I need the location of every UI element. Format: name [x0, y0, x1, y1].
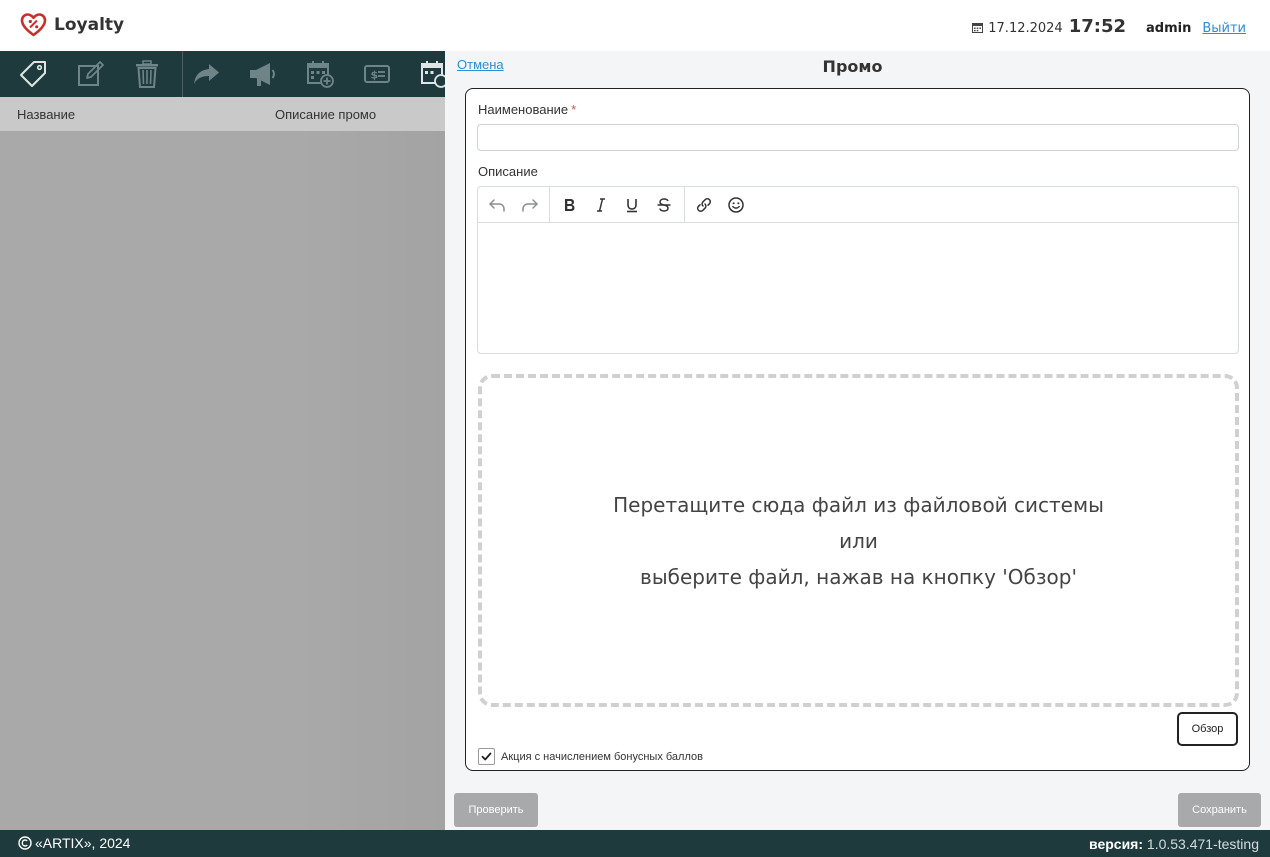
save-button[interactable]: Сохранить [1178, 793, 1261, 827]
link-icon [696, 197, 712, 213]
italic-icon [597, 198, 605, 212]
strikethrough-button[interactable] [652, 193, 676, 217]
editor-toolbar [478, 187, 1238, 223]
dollar-tag-icon: $ [364, 65, 390, 83]
bonus-checkbox-row: Акция с начислением бонусных баллов [478, 748, 703, 765]
price-button[interactable]: $ [360, 57, 394, 91]
tag-icon [20, 61, 46, 87]
bonus-checkbox[interactable] [478, 748, 495, 765]
edit-icon [78, 61, 104, 86]
list-header: Название Описание промо [0, 97, 445, 131]
bold-button[interactable] [557, 193, 581, 217]
logo[interactable]: Loyalty [20, 12, 124, 38]
editor-divider [684, 187, 685, 222]
editor-divider [549, 187, 550, 222]
file-dropzone[interactable]: Перетащите сюда файл из файловой системы… [478, 374, 1239, 707]
app-header: Loyalty 17.12.2024 17:52 admin Выйти [0, 0, 1270, 51]
bold-icon [565, 199, 575, 211]
column-header-name[interactable]: Название [17, 107, 75, 122]
calendar-plus-icon [307, 61, 334, 88]
version-value: 1.0.53.471-testing [1146, 836, 1259, 852]
dropzone-text-line2: или [839, 528, 878, 553]
share-arrow-icon [194, 64, 219, 84]
dropzone-text-line3: выберите файл, нажав на кнопку 'Обзор' [640, 564, 1077, 589]
schedule-settings-button[interactable] [417, 57, 445, 91]
check-button[interactable]: Проверить [454, 793, 538, 827]
calendar-gear-icon [421, 61, 445, 88]
description-text-area[interactable] [478, 223, 1238, 353]
undo-button[interactable] [485, 193, 509, 217]
underline-icon [627, 199, 637, 213]
emoji-button[interactable] [724, 193, 748, 217]
promo-form: Наименование * Описание Перетащите сюда … [465, 88, 1250, 771]
toolbar-divider [182, 51, 183, 97]
underline-button[interactable] [620, 193, 644, 217]
forward-button[interactable] [189, 57, 223, 91]
delete-button[interactable] [130, 57, 164, 91]
redo-button[interactable] [518, 193, 542, 217]
header-status: 17.12.2024 17:52 admin Выйти [972, 16, 1246, 37]
required-mark: * [571, 102, 577, 117]
name-label: Наименование * [478, 102, 576, 117]
announce-button[interactable] [246, 57, 280, 91]
main-toolbar: $ [0, 51, 445, 97]
calendar-icon [972, 23, 984, 33]
smiley-icon [728, 197, 744, 213]
edit-button[interactable] [73, 57, 107, 91]
app-name: Loyalty [54, 15, 125, 35]
promo-panel: Отмена Промо Наименование * Описание Пер… [445, 51, 1270, 830]
link-button[interactable] [692, 193, 716, 217]
undo-icon [489, 199, 505, 212]
logout-link[interactable]: Выйти [1202, 21, 1246, 36]
tag-button[interactable] [16, 57, 50, 91]
version: версия: 1.0.53.471-testing [1089, 836, 1259, 852]
bonus-checkbox-label: Акция с начислением бонусных баллов [501, 750, 703, 763]
description-label: Описание [478, 164, 538, 179]
checkmark-icon [481, 752, 492, 761]
italic-button[interactable] [589, 193, 613, 217]
dropzone-text-line1: Перетащите сюда файл из файловой системы [613, 492, 1104, 517]
strikethrough-icon [657, 198, 671, 212]
schedule-add-button[interactable] [303, 57, 337, 91]
user-name: admin [1146, 21, 1192, 36]
copyright-icon [18, 836, 32, 850]
browse-button[interactable]: Обзор [1177, 712, 1238, 746]
heart-percent-logo-icon [20, 13, 47, 37]
svg-text:$: $ [371, 69, 379, 82]
name-label-text: Наименование [478, 102, 569, 117]
trash-icon [136, 60, 158, 88]
column-header-description[interactable]: Описание промо [275, 107, 376, 122]
copyright-text: «ARTIX», 2024 [35, 835, 131, 851]
current-date: 17.12.2024 [988, 21, 1063, 36]
app-footer: «ARTIX», 2024 версия: 1.0.53.471-testing [0, 830, 1270, 857]
current-time: 17:52 [1068, 16, 1126, 37]
description-editor [477, 186, 1239, 354]
panel-title: Промо [822, 57, 883, 76]
list-overlay [0, 131, 445, 830]
copyright: «ARTIX», 2024 [18, 835, 130, 851]
name-input[interactable] [477, 124, 1239, 151]
redo-icon [522, 199, 538, 212]
megaphone-icon [250, 63, 275, 86]
version-label: версия: [1089, 836, 1144, 852]
